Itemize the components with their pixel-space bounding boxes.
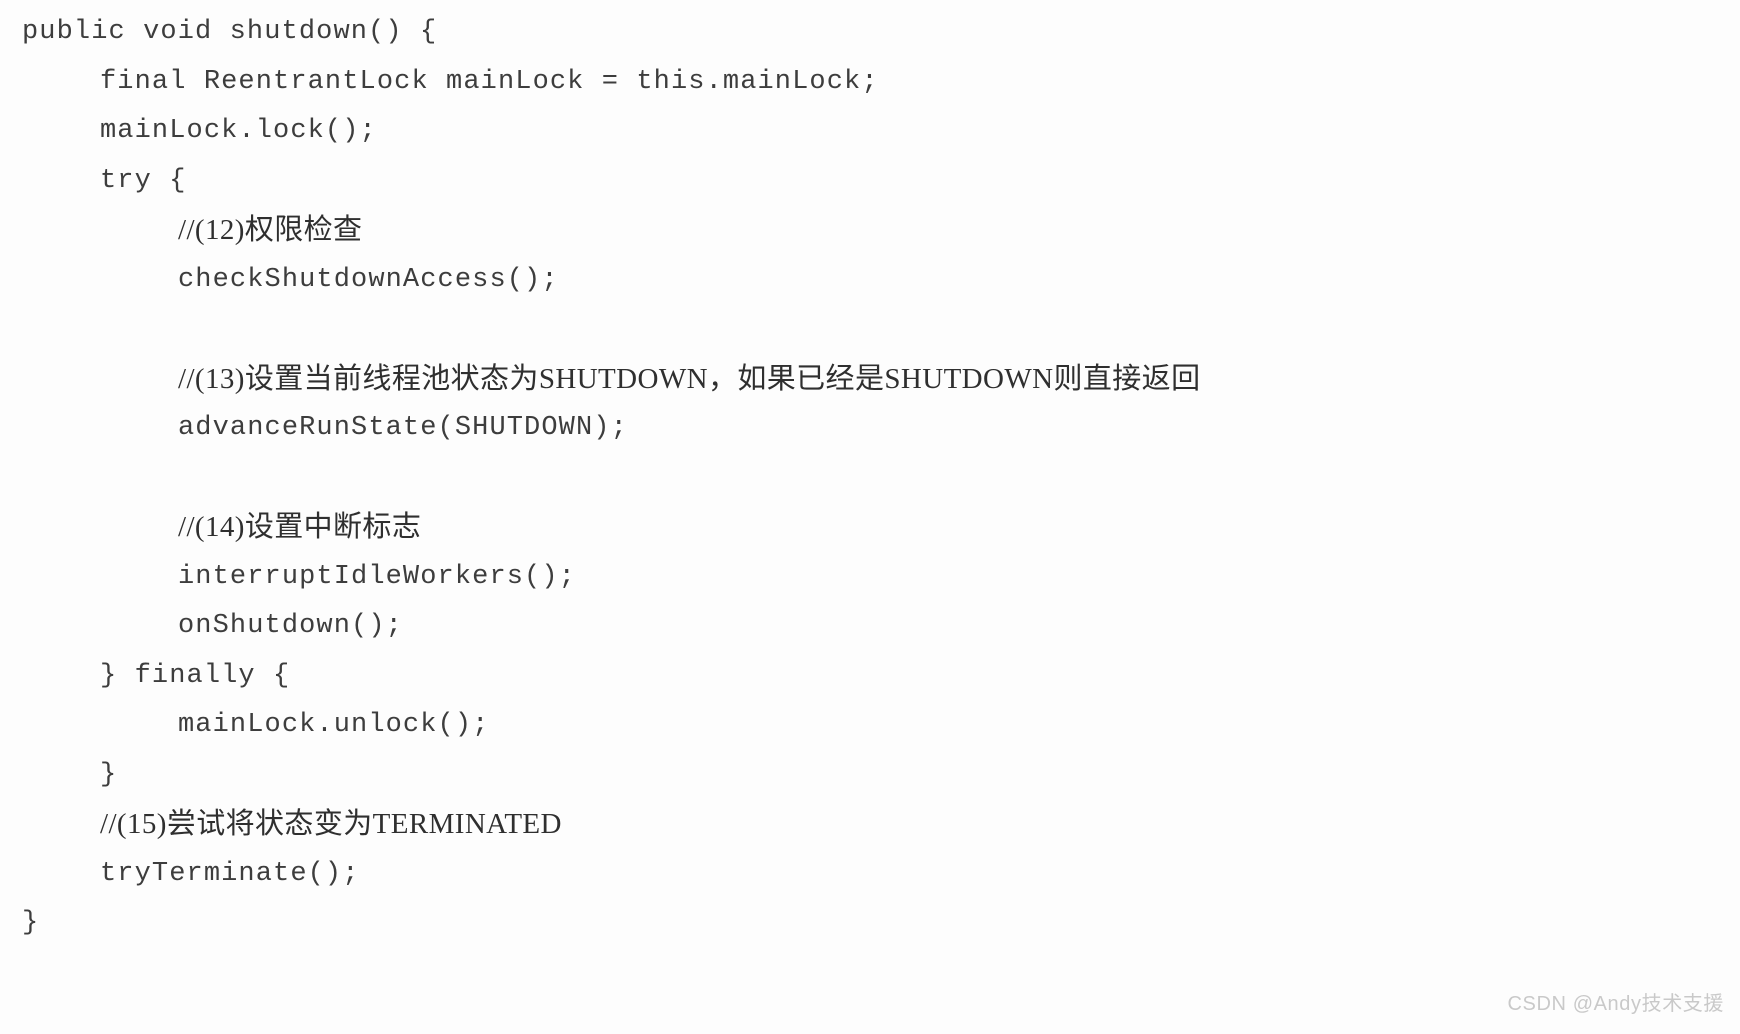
code-line: public void shutdown() {: [22, 17, 438, 47]
code-line: checkShutdownAccess();: [178, 264, 559, 295]
code-line: }: [22, 908, 40, 938]
code-line: //(13)设置当前线程池状态为SHUTDOWN，如果已经是SHUTDOWN则直…: [178, 362, 1201, 395]
code-line: tryTerminate();: [100, 858, 360, 889]
code-line: try {: [100, 165, 187, 196]
code-line: final ReentrantLock mainLock = this.main…: [100, 66, 879, 97]
code-line: }: [100, 759, 118, 790]
code-line: //(15)尝试将状态变为TERMINATED: [100, 808, 562, 840]
csdn-watermark: CSDN @Andy技术支援: [1507, 993, 1724, 1015]
code-line: mainLock.unlock();: [178, 710, 490, 740]
code-line: } finally {: [100, 660, 291, 691]
code-line: interruptIdleWorkers();: [178, 561, 576, 592]
code-line: onShutdown();: [178, 611, 403, 641]
code-line: advanceRunState(SHUTDOWN);: [178, 413, 628, 443]
code-line: //(14)设置中断标志: [178, 511, 422, 543]
code-line: mainLock.lock();: [100, 116, 377, 146]
code-line: //(12)权限检查: [178, 214, 363, 246]
code-listing: public void shutdown() { final ReentrantL…: [0, 0, 1740, 949]
